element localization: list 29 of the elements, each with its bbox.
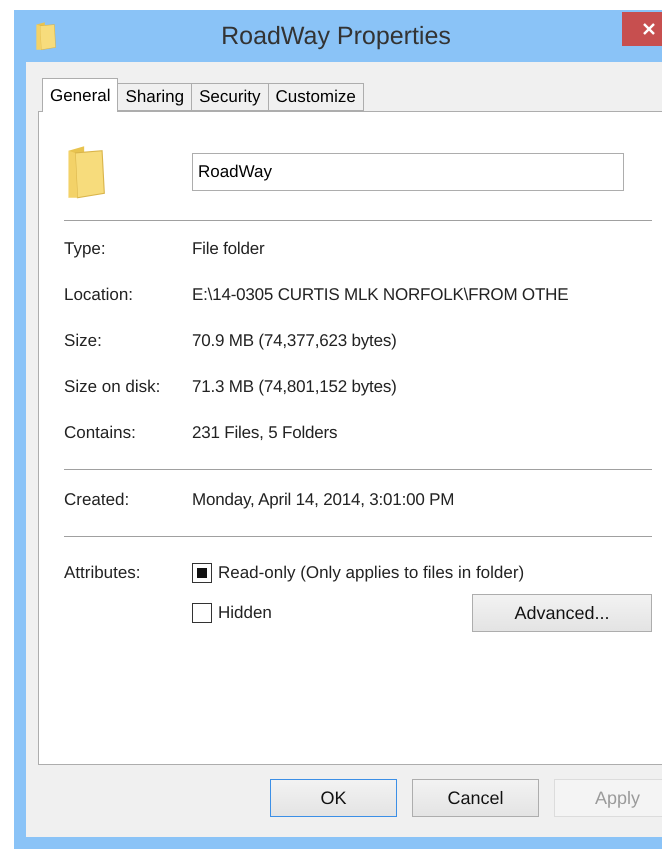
field-label: Size: [64,331,103,351]
field-value: 71.3 MB (74,801,152 bytes) [192,377,397,397]
checkbox-label[interactable]: Read-only (Only applies to files in folder) [218,563,524,583]
dialog-button[interactable]: Cancel [412,779,539,817]
folder-icon [34,21,58,51]
field-label: Created: [64,490,130,510]
field-value: 70.9 MB (74,377,623 bytes) [192,331,397,351]
field-value: 231 Files, 5 Folders [192,423,338,443]
checkbox[interactable] [192,603,212,623]
name-field[interactable]: RoadWay [192,153,624,191]
checkbox[interactable] [192,563,212,583]
tab[interactable]: General [42,78,118,112]
tab[interactable]: Security [191,83,269,111]
tab[interactable]: Sharing [117,83,192,111]
close-button[interactable] [622,12,662,46]
field-value: E:\14-0305 CURTIS MLK NORFOLK\FROM OTHE [192,285,568,305]
advanced-button[interactable]: Advanced... [472,594,652,632]
dialog-button[interactable]: OK [270,779,397,817]
field-label: Size on disk: [64,377,162,397]
field-label: Location: [64,285,134,305]
field-label: Attributes: [64,563,142,583]
checkbox-label[interactable]: Hidden [218,603,272,623]
close-icon [641,21,657,37]
field-value: Monday, April 14, 2014, 3:01:00 PM [192,490,454,510]
window-title: RoadWay Properties [221,22,451,50]
field-label: Contains: [64,423,137,443]
field-value: File folder [192,239,264,259]
tab[interactable]: Customize [268,83,364,111]
field-label: Type: [64,239,107,259]
